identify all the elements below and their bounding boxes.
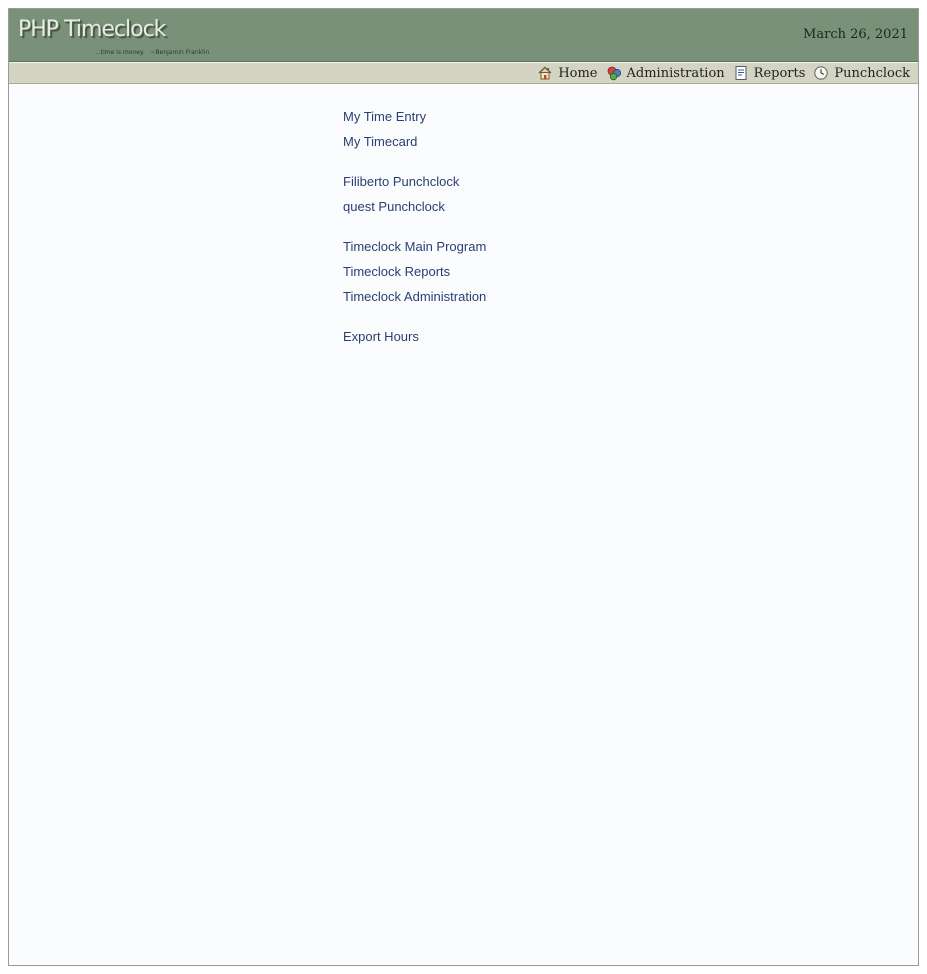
link-timeclock-main-program[interactable]: Timeclock Main Program [343,239,743,264]
link-filiberto-punchclock[interactable]: Filiberto Punchclock [343,174,743,199]
nav-reports[interactable]: Reports [733,65,806,81]
nav-reports-label: Reports [753,65,806,81]
menu-group-export: Export Hours [343,329,743,354]
menu-group-timeclock: Timeclock Main Program Timeclock Reports… [343,239,743,314]
header-bar: PHP Timeclock ...time is money. ~Benjamin… [9,9,918,62]
nav-home[interactable]: Home [537,65,598,81]
home-icon [538,66,552,80]
link-my-timecard[interactable]: My Timecard [343,134,743,159]
link-timeclock-reports[interactable]: Timeclock Reports [343,264,743,289]
main-menu: My Time Entry My Timecard Filiberto Punc… [343,109,743,369]
nav-punchclock[interactable]: Punchclock [813,65,910,81]
logo-tagline: ...time is money. ~Benjamin Franklin [95,49,215,56]
link-timeclock-administration[interactable]: Timeclock Administration [343,289,743,314]
logo-tagline-quote: ...time is money. [95,49,145,56]
clock-icon [814,66,829,80]
nav-administration-label: Administration [626,65,725,81]
app-logo[interactable]: PHP Timeclock ...time is money. ~Benjamin… [18,17,218,59]
logo-title: PHP Timeclock [18,17,166,42]
reports-icon [735,66,747,80]
current-date: March 26, 2021 [803,27,908,42]
page-frame: PHP Timeclock ...time is money. ~Benjamin… [8,8,919,966]
nav-punchclock-label: Punchclock [834,65,910,81]
nav-administration[interactable]: Administration [606,65,725,81]
top-nav: Home Administration Reports Punchclock [529,64,910,82]
nav-home-label: Home [558,65,598,81]
link-export-hours[interactable]: Export Hours [343,329,743,354]
logo-tagline-author: ~Benjamin Franklin [150,49,210,56]
link-quest-punchclock[interactable]: quest Punchclock [343,199,743,224]
menu-group-punchclocks: Filiberto Punchclock quest Punchclock [343,174,743,224]
administration-icon [607,66,621,81]
menu-group-my-time: My Time Entry My Timecard [343,109,743,159]
top-nav-bar: Home Administration Reports Punchclock [9,62,918,84]
link-my-time-entry[interactable]: My Time Entry [343,109,743,134]
